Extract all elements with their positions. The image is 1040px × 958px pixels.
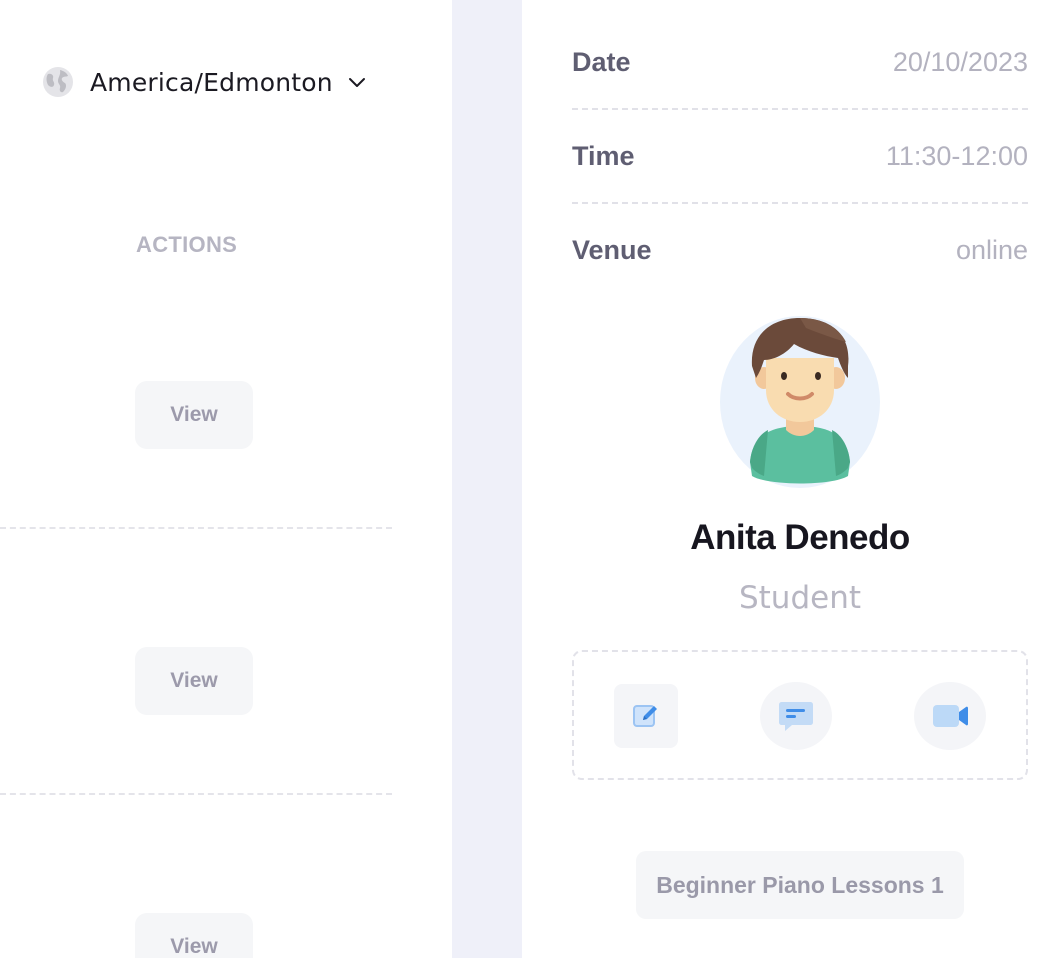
panel-separator <box>452 0 522 958</box>
timezone-label: America/Edmonton <box>90 67 333 97</box>
avatar <box>720 316 880 488</box>
date-row: Date 20/10/2023 <box>572 42 1028 82</box>
person-role: Student <box>738 580 862 616</box>
venue-value: online <box>955 234 1028 265</box>
chevron-down-icon <box>348 78 365 87</box>
row-divider <box>0 793 392 795</box>
edit-button[interactable] <box>614 684 678 748</box>
timezone-selector[interactable]: America/Edmonton <box>42 64 367 100</box>
left-panel: America/Edmonton ACTIONS View View View <box>0 0 452 958</box>
lesson-detail-panel: Date 20/10/2023 Time 11:30-12:00 Venue o… <box>522 0 1040 958</box>
video-icon <box>933 705 968 727</box>
video-call-button[interactable] <box>914 682 986 750</box>
view-button[interactable]: View <box>135 647 253 715</box>
quick-actions-box <box>572 650 1028 780</box>
time-row: Time 11:30-12:00 <box>572 136 1028 176</box>
course-badge[interactable]: Beginner Piano Lessons 1 <box>636 851 964 919</box>
view-button[interactable]: View <box>135 913 253 958</box>
date-value: 20/10/2023 <box>892 46 1028 77</box>
chat-icon <box>779 702 813 731</box>
date-label: Date <box>572 46 631 77</box>
person-name: Anita Denedo <box>690 518 910 557</box>
info-divider <box>572 108 1028 110</box>
actions-column-header: ACTIONS <box>136 232 238 257</box>
view-button[interactable]: View <box>135 381 253 449</box>
edit-icon <box>633 705 657 727</box>
row-divider <box>0 527 392 529</box>
venue-label: Venue <box>572 234 652 265</box>
venue-row: Venue online <box>572 230 1028 270</box>
time-value: 11:30-12:00 <box>885 140 1028 171</box>
message-button[interactable] <box>760 682 832 750</box>
info-divider <box>572 202 1028 204</box>
globe-icon <box>43 67 73 97</box>
time-label: Time <box>572 140 635 171</box>
